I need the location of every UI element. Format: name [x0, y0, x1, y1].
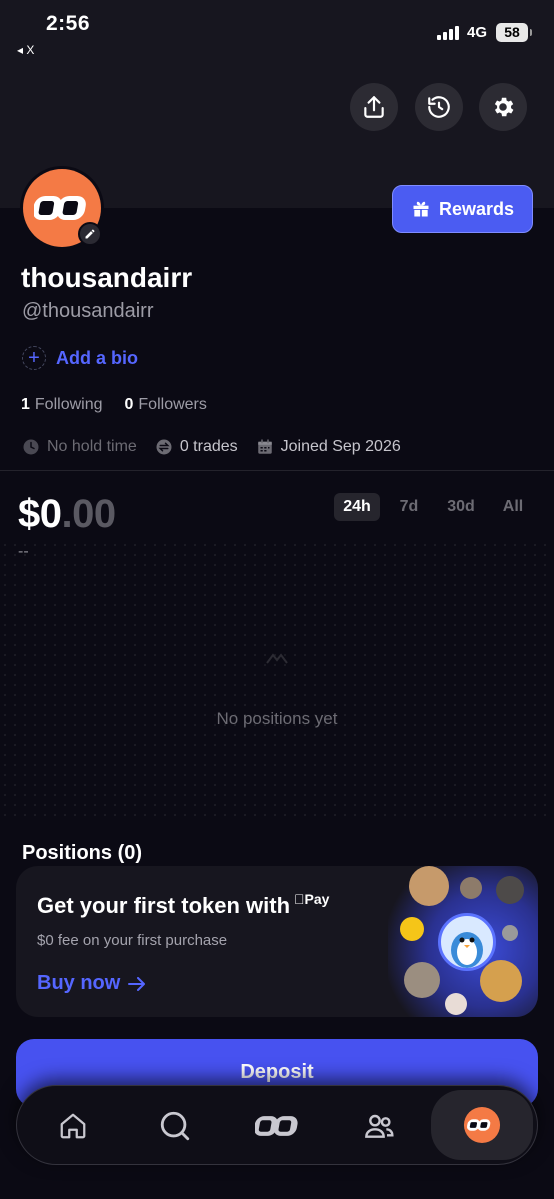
nav-profile[interactable] — [431, 1090, 533, 1160]
logo-icon — [34, 196, 86, 220]
rewards-button[interactable]: Rewards — [392, 185, 533, 233]
range-all[interactable]: All — [490, 493, 536, 521]
gear-icon — [494, 97, 514, 117]
search-icon — [160, 1111, 190, 1141]
buy-now-link[interactable]: Buy now — [37, 972, 146, 995]
pencil-icon — [85, 229, 95, 239]
positions-title: Positions (0) — [22, 842, 143, 864]
range-7d[interactable]: 7d — [386, 493, 432, 521]
deposit-label: Deposit — [240, 1061, 314, 1083]
empty-positions-message: No positions yet — [216, 709, 338, 728]
buy-promo-card[interactable]: Get your first token with Pay $0 fee on… — [16, 866, 538, 1017]
avatar[interactable] — [20, 166, 104, 250]
trade-count: 0 trades — [155, 438, 238, 456]
status-bar: 2:56 ◂ X 4G 58 — [0, 0, 554, 60]
edit-avatar-button[interactable] — [78, 222, 102, 246]
kitten-token-icon — [404, 962, 440, 998]
gift-icon — [413, 201, 429, 217]
empty-chart-icon — [266, 653, 288, 664]
calendar-icon — [257, 439, 272, 454]
rewards-label: Rewards — [438, 198, 515, 219]
history-icon — [428, 96, 450, 118]
history-button[interactable] — [415, 83, 463, 131]
profile-avatar-icon — [463, 1106, 501, 1144]
clock-icon — [23, 439, 39, 455]
penguin-token-icon — [438, 913, 496, 971]
hold-time: No hold time — [22, 438, 137, 456]
emoji-token-icon — [400, 917, 424, 941]
followers-stat[interactable]: 0 Followers — [125, 396, 207, 414]
people-icon — [365, 1114, 394, 1138]
following-stat[interactable]: 1 Following — [21, 396, 103, 414]
dog-token-icon — [409, 866, 449, 906]
nav-social[interactable] — [351, 1100, 407, 1152]
balance-change: -- — [18, 543, 29, 560]
range-24h[interactable]: 24h — [334, 493, 380, 521]
small-token-icon — [502, 925, 518, 941]
promo-subtitle: $0 fee on your first purchase — [37, 932, 228, 949]
doge-token-icon — [480, 960, 522, 1002]
username: thousandairr — [21, 262, 193, 293]
cat-token-icon — [460, 877, 482, 899]
arrow-right-icon — [128, 976, 146, 991]
nav-home[interactable] — [45, 1100, 101, 1152]
add-bio-label: Add a bio — [56, 347, 138, 368]
nav-search[interactable] — [147, 1100, 203, 1152]
apple-pay-icon: Pay — [294, 891, 329, 907]
swap-icon — [156, 439, 172, 455]
join-date: Joined Sep 2026 — [256, 438, 401, 456]
portfolio-balance: $0.00 — [18, 492, 116, 536]
follow-stats: 1 Following 0 Followers — [21, 396, 207, 414]
logo-icon — [255, 1116, 298, 1136]
plus-icon: + — [22, 346, 46, 370]
network-type: 4G — [467, 24, 488, 41]
signal-icon — [437, 26, 463, 40]
status-time: 2:56 — [46, 12, 91, 35]
battery-icon: 58 — [496, 23, 532, 42]
promo-title: Get your first token with Pay — [37, 891, 329, 919]
bottom-nav — [16, 1085, 538, 1165]
range-30d[interactable]: 30d — [438, 493, 484, 521]
token-collage — [388, 866, 538, 1017]
section-divider — [0, 470, 554, 471]
time-range-selector: 24h 7d 30d All — [334, 493, 542, 521]
profile-meta: No hold time 0 trades Joined Sep 2026 — [22, 438, 419, 456]
share-icon — [364, 96, 384, 118]
settings-button[interactable] — [479, 83, 527, 131]
back-to-app-link[interactable]: ◂ X — [17, 43, 34, 57]
user-handle: @thousandairr — [22, 300, 154, 322]
share-button[interactable] — [350, 83, 398, 131]
home-icon — [60, 1113, 86, 1139]
person-token-icon — [496, 876, 524, 904]
chart-background — [0, 540, 554, 820]
add-bio-button[interactable]: + Add a bio — [22, 346, 138, 370]
nav-home-logo[interactable] — [250, 1100, 306, 1152]
face-token-icon — [445, 993, 467, 1015]
